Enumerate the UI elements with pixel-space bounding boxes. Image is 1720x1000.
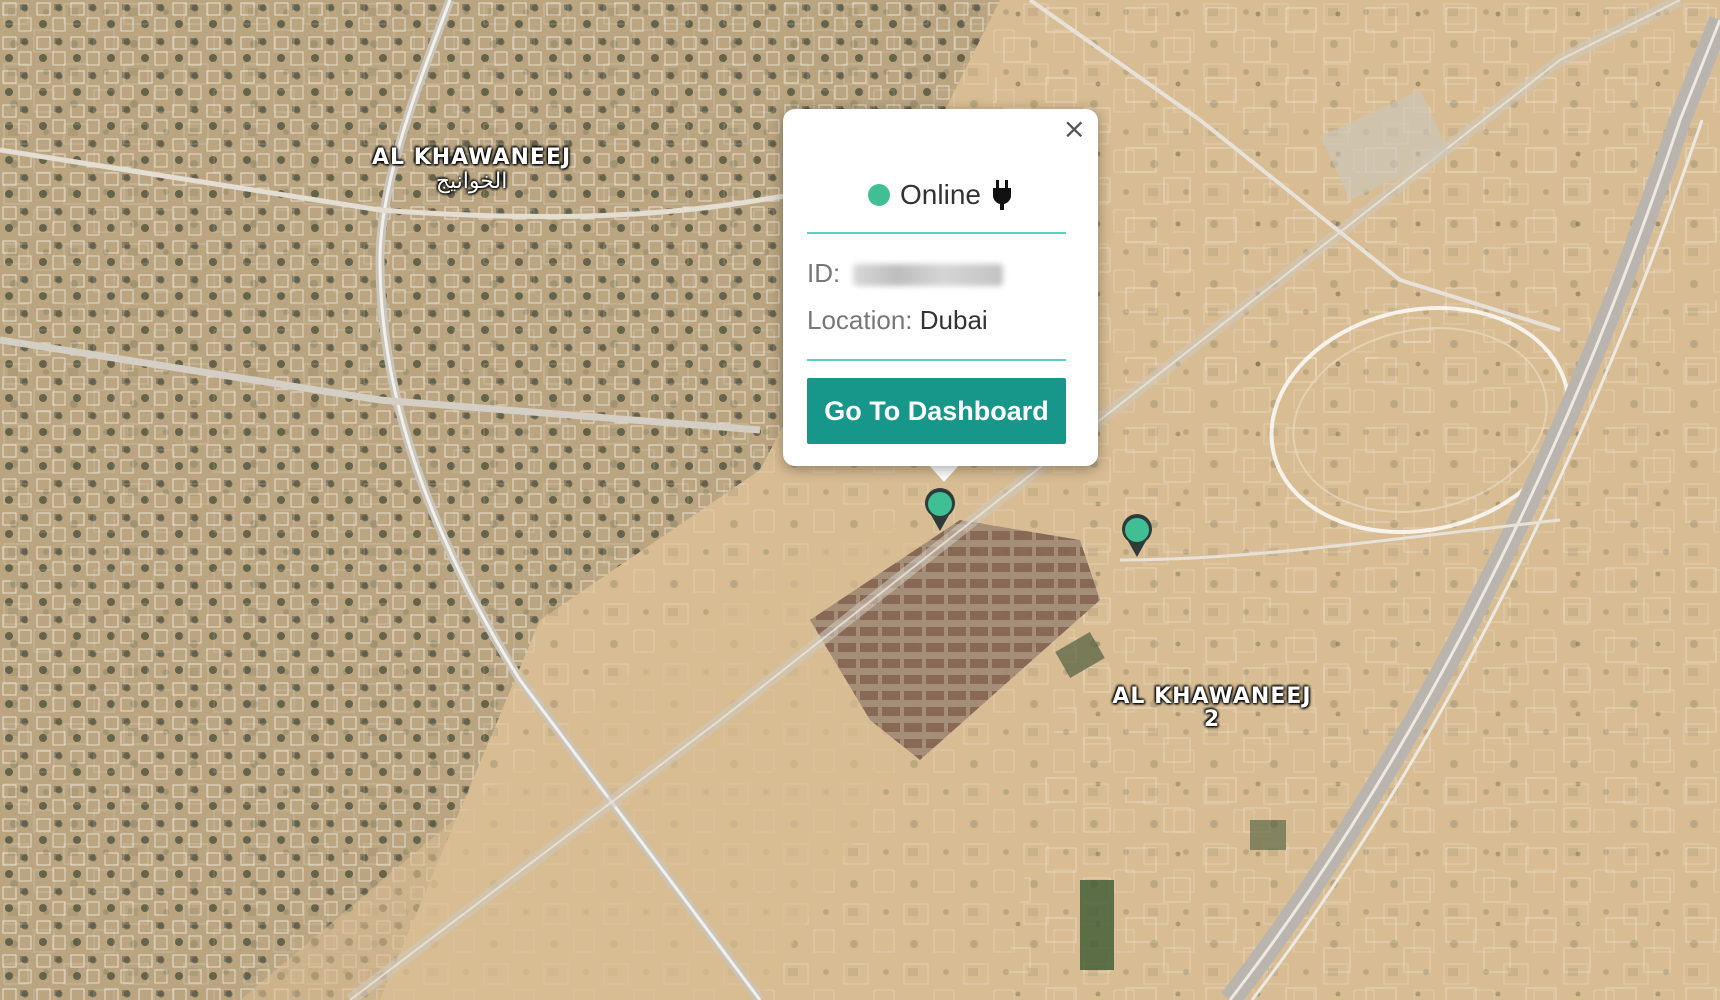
- popup-pointer: [928, 464, 960, 482]
- place-label-al-khawaneej-2: AL KHAWANEEJ 2: [1112, 685, 1312, 731]
- place-label-al-khawaneej: AL KHAWANEEJ الخوانيج: [372, 146, 571, 194]
- popup-divider: [807, 232, 1066, 234]
- device-popup: × Online ID: Location: Dubai Go To Dashb…: [783, 109, 1098, 466]
- device-id-label: ID:: [807, 258, 841, 288]
- place-label-arabic: الخوانيج: [435, 169, 508, 194]
- go-to-dashboard-button[interactable]: Go To Dashboard: [807, 378, 1066, 444]
- place-label-name: AL KHAWANEEJ 2: [1112, 684, 1312, 732]
- map-pin-icon[interactable]: [1120, 513, 1154, 559]
- status-row: Online: [783, 179, 1098, 211]
- popup-divider: [807, 359, 1066, 361]
- status-label: Online: [900, 179, 981, 210]
- close-icon[interactable]: ×: [1063, 115, 1086, 143]
- location-label: Location:: [807, 305, 913, 335]
- place-label-name: AL KHAWANEEJ: [372, 145, 572, 170]
- device-id-row: ID:: [807, 258, 1004, 289]
- satellite-map[interactable]: AL KHAWANEEJ الخوانيج AL KHAWANEEJ 2 × O…: [0, 0, 1720, 1000]
- plug-icon: [992, 180, 1011, 210]
- location-value: Dubai: [919, 305, 988, 335]
- location-row: Location: Dubai: [807, 305, 988, 336]
- device-id-redacted: [853, 264, 1004, 287]
- map-pin-icon[interactable]: [923, 487, 957, 533]
- status-dot-icon: [868, 184, 891, 206]
